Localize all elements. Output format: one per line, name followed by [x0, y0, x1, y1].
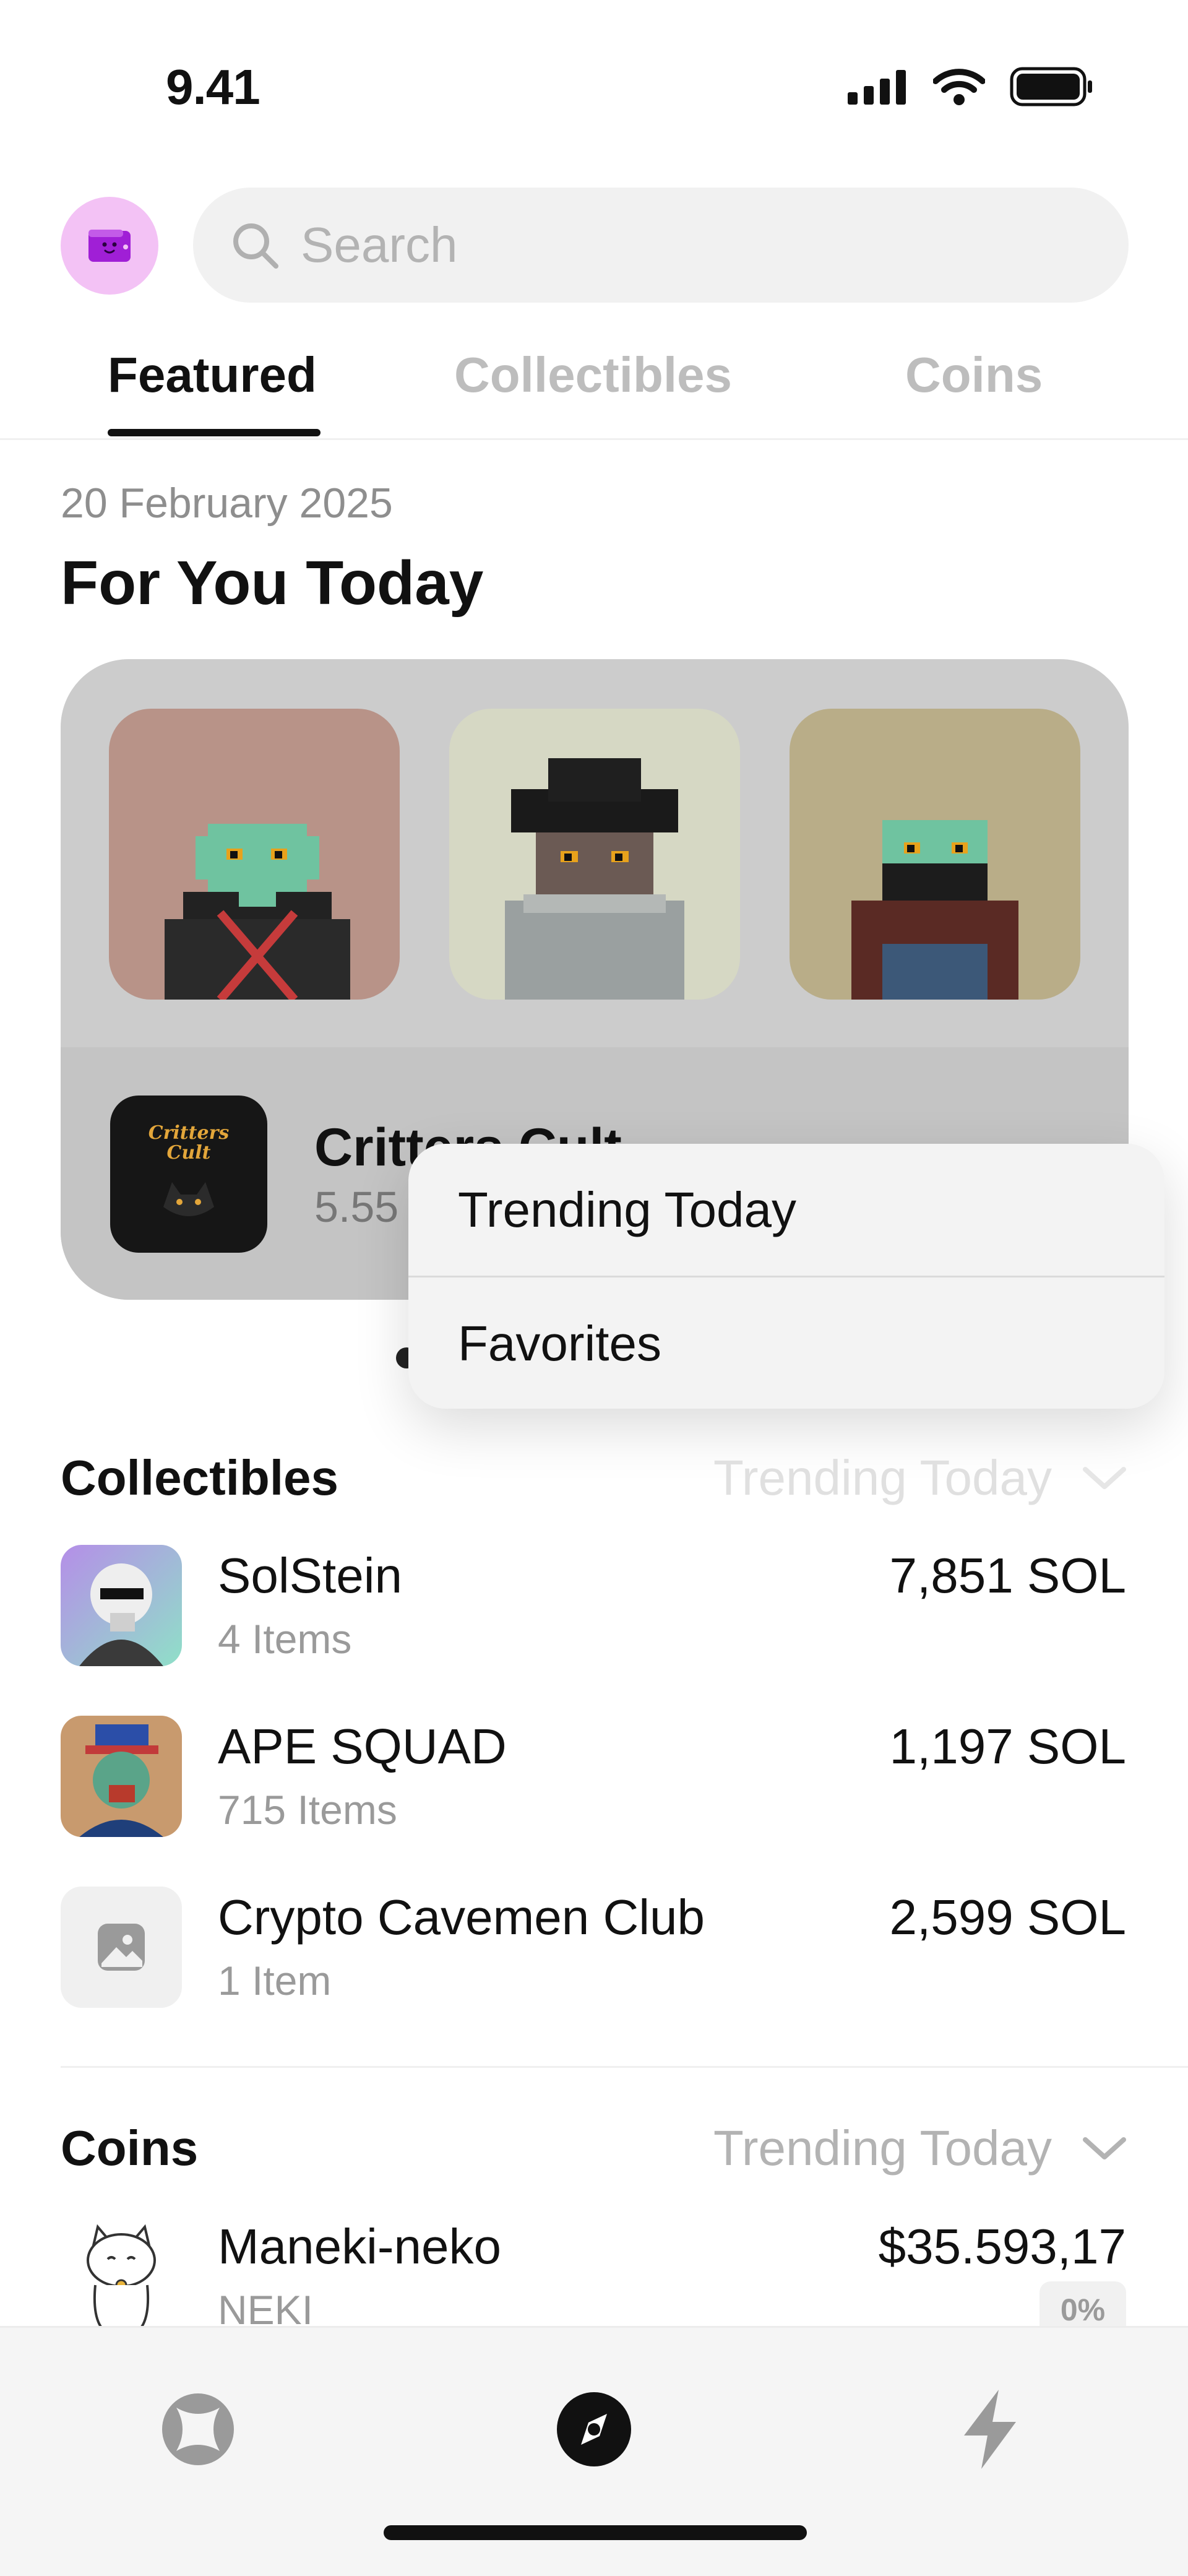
filter-label: Trending Today [713, 2120, 1052, 2176]
collection-value: 2,599 SOL [889, 1890, 1127, 1945]
wallet-icon [88, 230, 131, 262]
collection-thumbnail [61, 1716, 182, 1837]
collection-value: 7,851 SOL [889, 1548, 1127, 1603]
status-icons [848, 67, 1094, 106]
collection-item-count: 1 Item [218, 1958, 332, 2003]
maneki-neko-icon [87, 2224, 156, 2337]
collectibles-title: Collectibles [61, 1450, 339, 1505]
coins-filter-button[interactable]: Trending Today [713, 2120, 1127, 2177]
nav-discover[interactable] [554, 2390, 634, 2469]
collection-thumbnail [61, 1887, 182, 2008]
chevron-down-icon [1083, 2137, 1126, 2159]
battery-icon [1010, 67, 1092, 106]
collection-name[interactable]: SolStein [218, 1547, 402, 1604]
svg-text:Cult: Cult [167, 1142, 211, 1164]
collectibles-filter-button[interactable]: Trending Today [713, 1450, 1127, 1506]
critters-cult-logo: Critters Cult [148, 1122, 230, 1216]
tab-collectibles[interactable]: Collectibles [454, 347, 732, 404]
nav-explore[interactable] [158, 2390, 238, 2469]
status-time: 9.41 [166, 59, 260, 115]
tab-coins[interactable]: Coins [905, 347, 1043, 404]
collection-logo: Critters Cult [110, 1096, 267, 1253]
tab-indicator [108, 429, 321, 436]
sort-dropdown-menu: Trending Today Favorites [408, 1144, 1164, 1409]
wifi-icon [933, 69, 985, 105]
collection-item-count: 4 Items [218, 1616, 352, 1662]
tab-divider [0, 438, 1188, 440]
collection-item-count: 715 Items [218, 1787, 397, 1833]
collection-floor: 5.55 [314, 1183, 399, 1231]
critter-nft-art [165, 824, 350, 1000]
nft-image[interactable] [790, 709, 1080, 1000]
filter-label: Trending Today [713, 1450, 1052, 1505]
signal-icon [848, 70, 906, 105]
logo-text: Critters [148, 1122, 230, 1144]
home-indicator [384, 2525, 807, 2540]
search-icon [233, 223, 278, 269]
collection-name[interactable]: Crypto Cavemen Club [218, 1889, 705, 1946]
coins-title: Coins [61, 2120, 199, 2176]
critter-nft-art [505, 758, 684, 1000]
search-placeholder: Search [301, 217, 458, 272]
collection-thumbnail [61, 1545, 182, 1666]
section-divider [61, 2066, 1188, 2068]
critter-nft-art [851, 820, 1018, 1000]
coin-icon [61, 2216, 182, 2337]
coin-name[interactable]: Maneki-neko [218, 2218, 501, 2275]
coin-price: $35.593,17 [878, 2219, 1126, 2274]
wallet-button[interactable] [61, 197, 158, 295]
collection-value: 1,197 SOL [889, 1719, 1127, 1774]
collection-name[interactable]: APE SQUAD [218, 1718, 507, 1775]
featured-date: 20 February 2025 [61, 480, 393, 527]
explore-icon [162, 2393, 234, 2465]
nft-image[interactable] [449, 709, 740, 1000]
search-input[interactable]: Search [193, 188, 1129, 303]
activity-icon [964, 2390, 1016, 2469]
tab-featured[interactable]: Featured [108, 347, 317, 404]
nav-activity[interactable] [950, 2390, 1030, 2469]
chevron-down-icon [1083, 1467, 1126, 1489]
menu-item-trending-today[interactable]: Trending Today [408, 1144, 1164, 1276]
image-placeholder-icon [98, 1924, 145, 1971]
discover-icon [557, 2392, 631, 2466]
nft-image[interactable] [109, 709, 400, 1000]
menu-item-favorites[interactable]: Favorites [408, 1277, 1164, 1409]
page-title: For You Today [61, 548, 484, 618]
